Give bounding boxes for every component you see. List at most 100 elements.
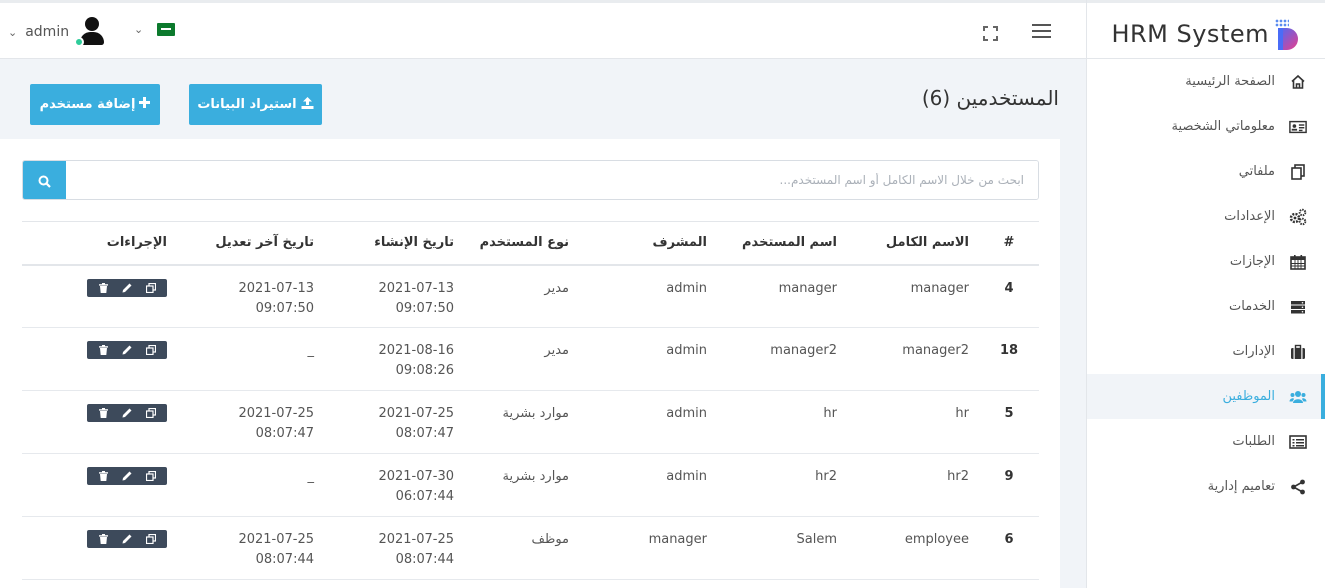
row-full-name: manager: [847, 264, 979, 328]
row-created-at: 2021-07-25 08:07:47: [324, 390, 464, 454]
lang-chevron-down-icon[interactable]: ⌄: [134, 23, 143, 36]
updated-date: _: [307, 343, 315, 358]
copy-icon[interactable]: [139, 467, 163, 485]
trash-icon[interactable]: [91, 530, 115, 548]
row-user-type: مدير: [464, 327, 579, 391]
sidebar-item-my-info[interactable]: معلوماتي الشخصية: [1087, 104, 1325, 149]
user-chevron-down-icon[interactable]: ⌄: [8, 26, 17, 39]
header-username[interactable]: admin: [25, 24, 69, 40]
row-username: hr2: [717, 453, 847, 517]
saudi-flag-icon[interactable]: [157, 23, 176, 36]
avatar[interactable]: [74, 17, 105, 47]
row-actions: [22, 516, 177, 580]
sidebar-item-home[interactable]: الصفحة الرئيسية: [1087, 59, 1325, 104]
sidebar-item-departments[interactable]: الإدارات: [1087, 329, 1325, 374]
row-username: manager: [717, 264, 847, 328]
id-card-icon: [1289, 118, 1307, 136]
home-icon: [1289, 73, 1307, 91]
copy-icon[interactable]: [139, 341, 163, 359]
table-row: 6 employee Salem manager موظف 2021-07-25…: [22, 516, 1039, 580]
row-actions: [22, 453, 177, 517]
row-supervisor: admin: [579, 453, 717, 517]
row-updated-at: 2021-07-25 08:07:44: [177, 516, 324, 580]
action-group: [87, 278, 167, 297]
pencil-icon[interactable]: [115, 530, 139, 548]
app-title: HRM System: [1111, 20, 1269, 48]
add-user-button-label: إضافة مستخدم: [39, 97, 136, 112]
sidebar-item-services[interactable]: الخدمات: [1087, 284, 1325, 329]
trash-icon[interactable]: [91, 279, 115, 297]
add-user-button[interactable]: إضافة مستخدم: [30, 84, 160, 125]
search-input[interactable]: [66, 161, 1038, 199]
language-menu[interactable]: ⌄: [134, 23, 176, 36]
sidebar-item-announcements[interactable]: تعاميم إدارية: [1087, 464, 1325, 509]
updated-date: 2021-07-25: [238, 406, 314, 421]
search-button[interactable]: [23, 161, 66, 199]
row-actions: [22, 390, 177, 454]
avatar-head: [85, 17, 100, 31]
created-time: 08:07:44: [395, 552, 454, 567]
column-header-updated-date: تاريخ آخر تعديل: [177, 221, 324, 266]
column-header-created-date: تاريخ الإنشاء: [324, 221, 464, 266]
copy-icon[interactable]: [139, 530, 163, 548]
top-header: ⌄ admin ⌄: [0, 0, 1086, 59]
column-header-number: #: [979, 221, 1039, 266]
users-icon: [1289, 388, 1307, 406]
copy-icon[interactable]: [139, 404, 163, 422]
row-actions: [22, 327, 177, 391]
import-button-label: استيراد البيانات: [197, 97, 297, 112]
created-date: 2021-07-13: [378, 280, 454, 296]
updated-date: _: [307, 469, 315, 484]
plus-icon: [139, 97, 151, 112]
user-menu[interactable]: ⌄ admin: [8, 17, 105, 47]
pencil-icon[interactable]: [115, 467, 139, 485]
sidebar-item-requests[interactable]: الطلبات: [1087, 419, 1325, 464]
row-user-type: موارد بشرية: [464, 390, 579, 454]
trash-icon[interactable]: [91, 404, 115, 422]
row-supervisor: manager: [579, 516, 717, 580]
trash-icon[interactable]: [91, 341, 115, 359]
column-header-full-name: الاسم الكامل: [847, 221, 979, 266]
fullscreen-icon[interactable]: [983, 26, 998, 41]
sidebar-item-vacations[interactable]: الإجازات: [1087, 239, 1325, 284]
brand[interactable]: HRM System: [1087, 0, 1325, 59]
copy-icon[interactable]: [139, 279, 163, 297]
table-header-row: # الاسم الكامل اسم المستخدم المشرف نوع ا…: [22, 221, 1039, 266]
sidebar-item-label: ملفاتي: [1238, 164, 1275, 179]
row-created-at: 2021-07-25 08:07:44: [324, 516, 464, 580]
updated-time: 08:07:44: [255, 552, 314, 567]
row-created-at: 2021-07-30 06:07:44: [324, 453, 464, 517]
table-row: 5 hr hr admin موارد بشرية 2021-07-25 08:0…: [22, 390, 1039, 454]
sidebar-item-employees[interactable]: الموظفين: [1087, 374, 1325, 419]
row-id: 6: [979, 516, 1039, 580]
row-user-type: مدير: [464, 264, 579, 328]
hamburger-menu-icon[interactable]: [1032, 24, 1051, 38]
table-row: 4 manager manager admin مدير 2021-07-13 0…: [22, 264, 1039, 328]
updated-date: 2021-07-25: [238, 532, 314, 547]
list-icon: [1289, 433, 1307, 451]
sidebar-item-label: الإعدادات: [1224, 209, 1275, 224]
trash-icon[interactable]: [91, 467, 115, 485]
sidebar-item-my-files[interactable]: ملفاتي: [1087, 149, 1325, 194]
row-user-type: موظف: [464, 516, 579, 580]
sidebar-item-label: الطلبات: [1232, 434, 1275, 449]
search-icon: [38, 175, 51, 188]
action-group: [87, 404, 167, 422]
row-created-at: 2021-08-16 09:08:26: [324, 327, 464, 391]
row-full-name: employee: [847, 516, 979, 580]
row-username: hr: [717, 390, 847, 454]
row-username: Salem: [717, 516, 847, 580]
created-date: 2021-08-16: [378, 343, 454, 358]
import-data-button[interactable]: استيراد البيانات: [189, 84, 322, 125]
pencil-icon[interactable]: [115, 341, 139, 359]
action-group: [87, 467, 167, 485]
row-created-at: 2021-07-13 09:07:50: [324, 264, 464, 328]
created-time: 09:08:26: [395, 363, 454, 378]
row-full-name: hr: [847, 390, 979, 454]
sidebar-item-label: الإدارات: [1232, 344, 1275, 359]
pencil-icon[interactable]: [115, 279, 139, 297]
pencil-icon[interactable]: [115, 404, 139, 422]
sidebar-item-settings[interactable]: الإعدادات: [1087, 194, 1325, 239]
online-status-dot: [74, 37, 85, 47]
column-header-user-type: نوع المستخدم: [464, 221, 579, 266]
